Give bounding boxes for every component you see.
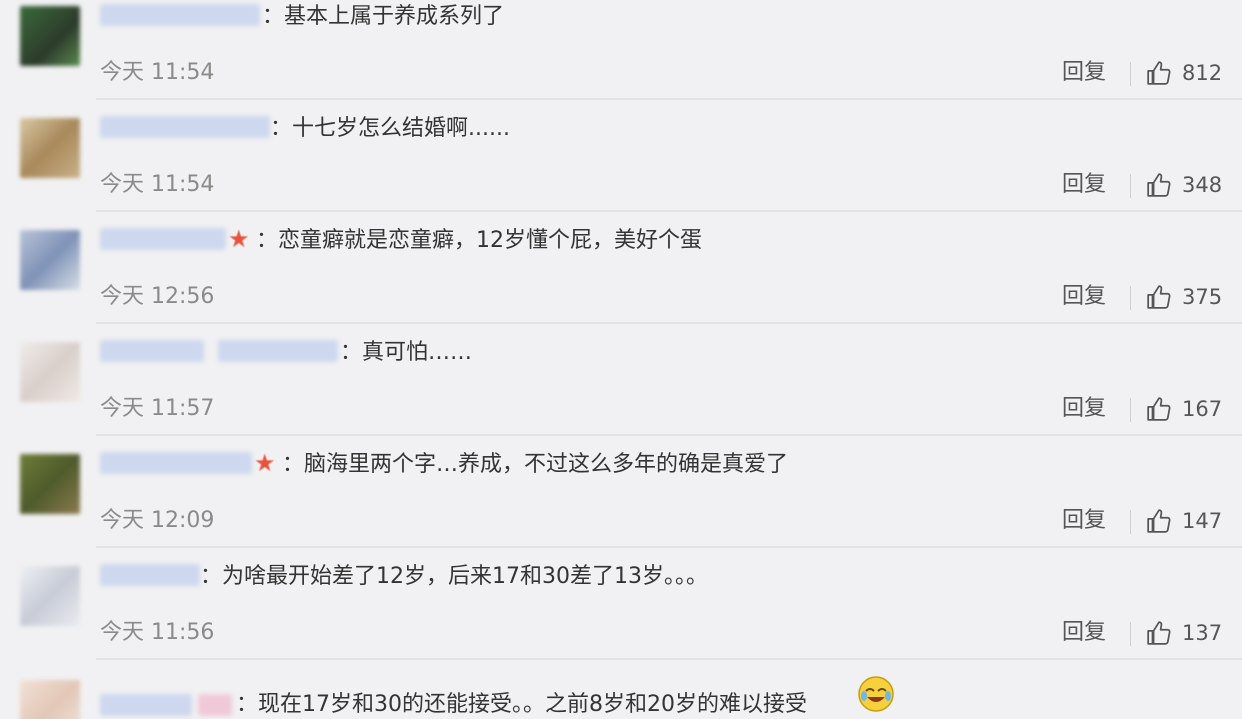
- reply-button[interactable]: 回复: [1062, 392, 1106, 426]
- crying-laughing-emoji-icon: [858, 676, 894, 712]
- separator: [1130, 62, 1131, 86]
- avatar[interactable]: [20, 342, 80, 402]
- avatar[interactable]: [20, 680, 80, 719]
- avatar[interactable]: [20, 118, 80, 178]
- reply-button[interactable]: 回复: [1062, 616, 1106, 650]
- comment-text: ：现在17岁和30的还能接受。。之前8岁和20岁的难以接受: [236, 692, 807, 717]
- separator: [1130, 286, 1131, 310]
- username-blurred[interactable]: [100, 116, 270, 138]
- avatar[interactable]: [20, 6, 80, 66]
- username-blurred[interactable]: [218, 340, 338, 362]
- username-blurred[interactable]: [100, 340, 204, 362]
- thumbs-up-icon[interactable]: [1146, 284, 1172, 310]
- thumbs-up-icon[interactable]: [1146, 172, 1172, 198]
- avatar[interactable]: [20, 230, 80, 290]
- thumbs-up-icon[interactable]: [1146, 508, 1172, 534]
- like-count: 167: [1182, 397, 1223, 421]
- star-badge-icon: ★: [228, 225, 250, 253]
- comment-time: 今天 11:56: [100, 620, 215, 645]
- username-blurred[interactable]: [100, 564, 200, 586]
- reply-button[interactable]: 回复: [1062, 280, 1106, 314]
- like-count: 348: [1182, 173, 1223, 197]
- username-blurred[interactable]: [100, 452, 252, 474]
- comment-time: 今天 11:57: [100, 396, 215, 421]
- avatar[interactable]: [20, 454, 80, 514]
- divider: [96, 546, 1242, 548]
- comment-item: ：基本上属于养成系列了 今天 11:54 回复 812: [0, 0, 1242, 112]
- username-blurred[interactable]: [100, 694, 192, 716]
- comment-item: ★ ：恋童癖就是恋童癖，12岁懂个屁，美好个蛋 今天 12:56 回复 375: [0, 224, 1242, 336]
- separator: [1130, 398, 1131, 422]
- comment-text: ：真可怕……: [340, 340, 473, 365]
- comment-text: ：恋童癖就是恋童癖，12岁懂个屁，美好个蛋: [256, 228, 702, 253]
- comment-list: ：基本上属于养成系列了 今天 11:54 回复 812 ：十七岁怎么结婚啊...…: [0, 0, 1242, 719]
- comment-text: ：为啥最开始差了12岁，后来17和30差了13岁。。。: [200, 564, 708, 589]
- comment-time: 今天 12:56: [100, 284, 215, 309]
- reply-button[interactable]: 回复: [1062, 56, 1106, 90]
- divider: [96, 434, 1242, 436]
- avatar[interactable]: [20, 566, 80, 626]
- thumbs-up-icon[interactable]: [1146, 620, 1172, 646]
- divider: [96, 322, 1242, 324]
- comment-item: ：十七岁怎么结婚啊...... 今天 11:54 回复 348: [0, 112, 1242, 224]
- comment-item: ：为啥最开始差了12岁，后来17和30差了13岁。。。 今天 11:56 回复 …: [0, 560, 1242, 672]
- comment-item: ★ ：脑海里两个字…养成，不过这么多年的确是真爱了 今天 12:09 回复 14…: [0, 448, 1242, 560]
- username-blurred[interactable]: [100, 228, 226, 250]
- comment-time: 今天 12:09: [100, 508, 215, 533]
- thumbs-up-icon[interactable]: [1146, 60, 1172, 86]
- like-count: 375: [1182, 285, 1223, 309]
- comment-item: ：现在17岁和30的还能接受。。之前8岁和20岁的难以接受: [0, 672, 1242, 719]
- comment-time: 今天 11:54: [100, 60, 215, 85]
- thumbs-up-icon[interactable]: [1146, 396, 1172, 422]
- separator: [1130, 174, 1131, 198]
- like-count: 137: [1182, 621, 1223, 645]
- star-badge-icon: ★: [254, 449, 276, 477]
- divider: [96, 210, 1242, 212]
- username-blurred[interactable]: [100, 4, 260, 26]
- comment-text: ：十七岁怎么结婚啊......: [270, 116, 510, 141]
- like-count: 812: [1182, 61, 1223, 85]
- separator: [1130, 510, 1131, 534]
- like-count: 147: [1182, 509, 1223, 533]
- divider: [96, 658, 1242, 660]
- comment-item: ：真可怕…… 今天 11:57 回复 167: [0, 336, 1242, 448]
- comment-text: ：脑海里两个字…养成，不过这么多年的确是真爱了: [282, 452, 789, 477]
- comment-text: ：基本上属于养成系列了: [262, 4, 505, 29]
- separator: [1130, 622, 1131, 646]
- reply-button[interactable]: 回复: [1062, 504, 1106, 538]
- comment-time: 今天 11:54: [100, 172, 215, 197]
- username-blurred[interactable]: [198, 694, 232, 716]
- reply-button[interactable]: 回复: [1062, 168, 1106, 202]
- divider: [96, 98, 1242, 100]
